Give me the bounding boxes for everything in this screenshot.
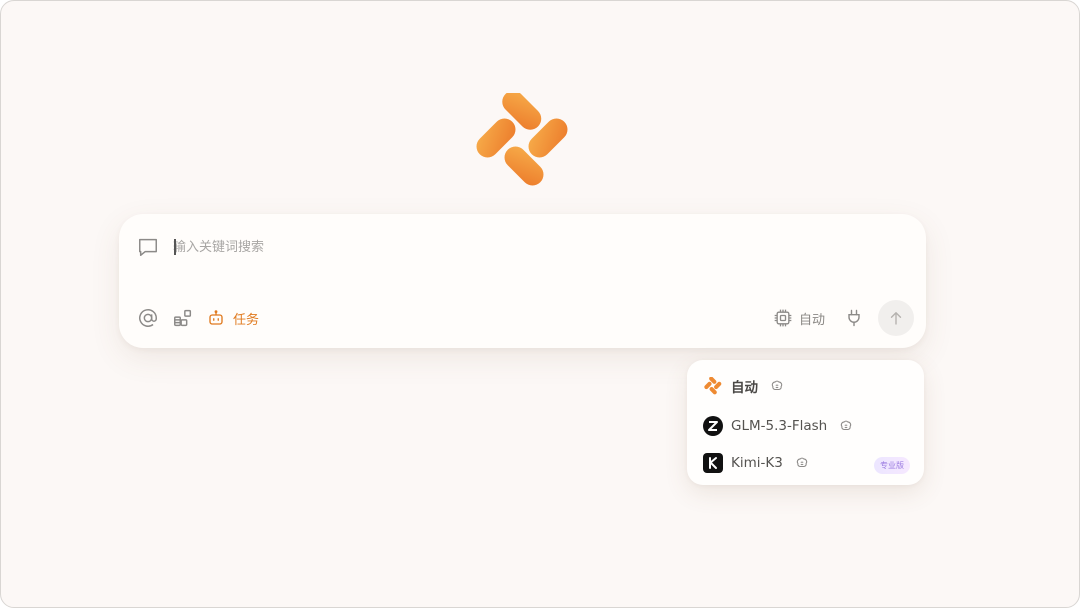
model-label: 自动 xyxy=(799,311,826,327)
model-option-label: 自动 xyxy=(731,380,758,396)
mention-button[interactable] xyxy=(136,306,160,330)
plugin-button[interactable] xyxy=(842,306,866,330)
brain-icon xyxy=(796,457,807,468)
app-window: 任务 自动 xyxy=(0,0,1080,608)
app-logo-icon xyxy=(476,93,568,186)
chat-bubble-icon xyxy=(139,238,157,256)
app-logo-icon xyxy=(703,376,723,396)
kimi-k-icon xyxy=(703,453,723,473)
search-card: 任务 自动 xyxy=(119,214,926,348)
plug-icon xyxy=(848,309,860,327)
model-option-label: Kimi-K3 xyxy=(731,455,783,471)
model-option-label: GLM-5.3-Flash xyxy=(731,418,828,434)
arrow-up-icon xyxy=(890,312,902,325)
robot-icon xyxy=(209,310,223,325)
zhipu-z-icon xyxy=(703,416,723,436)
model-option-kimi[interactable]: Kimi-K3 xyxy=(703,451,809,475)
send-button[interactable] xyxy=(878,300,914,336)
model-option-auto[interactable]: 自动 xyxy=(703,374,784,398)
model-dropdown: 自动 GLM-5.3-Flash Kimi-K3 专业版 xyxy=(687,360,924,485)
model-select-button[interactable]: 自动 xyxy=(773,306,825,330)
apps-grid-icon xyxy=(174,309,192,327)
apps-button[interactable] xyxy=(171,306,195,330)
brain-icon xyxy=(841,420,852,431)
brain-icon xyxy=(771,380,783,391)
task-button[interactable]: 任务 xyxy=(207,306,259,330)
model-option-glm[interactable]: GLM-5.3-Flash xyxy=(703,414,853,438)
search-input[interactable] xyxy=(173,234,773,260)
chip-icon xyxy=(774,309,792,327)
task-label: 任务 xyxy=(233,311,260,327)
text-cursor xyxy=(174,239,176,255)
at-sign-icon xyxy=(139,309,157,327)
pro-badge: 专业版 xyxy=(874,457,910,474)
